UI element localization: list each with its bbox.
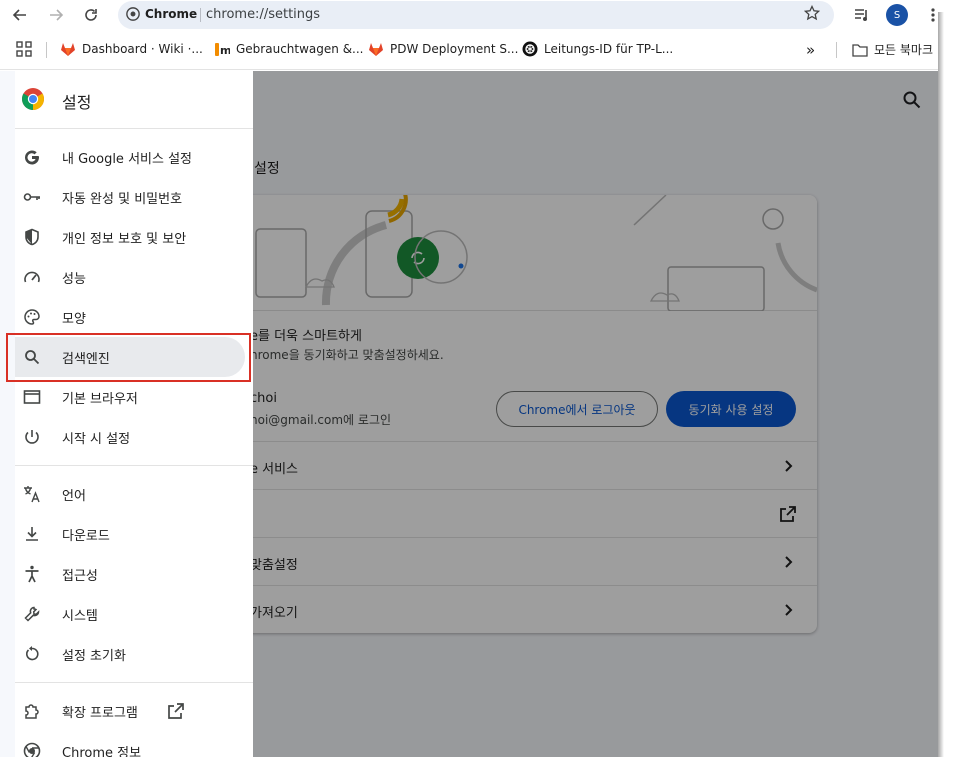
nav-label: 자동 완성 및 비밀번호: [62, 192, 183, 207]
nav-label: 시스템: [62, 609, 98, 624]
nav-divider: [15, 465, 253, 466]
nav-label: 개인 정보 보호 및 보안: [62, 232, 187, 247]
profile-initial: S: [893, 9, 901, 21]
reset-icon: [23, 645, 41, 663]
reload-icon: [85, 9, 97, 21]
bookmark-label: Gebrauchtwagen &...: [236, 42, 364, 56]
nav-item-system[interactable]: 시스템: [15, 594, 245, 634]
reading-list-button[interactable]: [850, 4, 874, 26]
nav-label: 내 Google 서비스 설정: [62, 152, 192, 167]
site-chip[interactable]: Chrome: [126, 7, 197, 21]
profile-avatar[interactable]: S: [886, 4, 908, 26]
shield-icon: [23, 228, 41, 246]
svg-text:m: m: [220, 44, 230, 57]
bookmarks-overflow-button[interactable]: »: [806, 41, 815, 59]
nav-item-accessibility[interactable]: 접근성: [15, 554, 245, 594]
all-bookmarks-button[interactable]: 모든 북마크: [852, 41, 933, 58]
nav-label: 시작 시 설정: [62, 432, 131, 447]
bookmark-item[interactable]: Dashboard · Wiki ·...: [60, 41, 203, 57]
nav-item-on-startup[interactable]: 시작 시 설정: [15, 417, 245, 457]
all-bookmarks-label: 모든 북마크: [874, 43, 934, 57]
bookmarks-divider: [836, 42, 837, 58]
nav-item-languages[interactable]: 언어: [15, 474, 245, 514]
window-frame-bottom: [0, 757, 953, 773]
nav-item-privacy[interactable]: 개인 정보 보호 및 보안: [15, 217, 245, 257]
more-vert-icon: [931, 8, 935, 22]
palette-icon: [23, 308, 41, 326]
accessibility-icon: [23, 565, 41, 583]
power-icon: [23, 428, 41, 446]
download-icon: [23, 525, 41, 543]
apps-grid-icon: [16, 41, 32, 57]
nav-label: 모양: [62, 312, 86, 327]
nav-item-google-services[interactable]: 내 Google 서비스 설정: [15, 137, 245, 177]
arrow-forward-icon: [50, 9, 64, 21]
bookmark-item[interactable]: PDW Deployment S...: [368, 41, 518, 57]
media-queue-icon: [855, 9, 867, 21]
nav-label: 기본 브라우저: [62, 392, 138, 407]
omnibox-divider: [200, 8, 201, 22]
open-in-new-icon: [168, 703, 184, 719]
nav-item-downloads[interactable]: 다운로드: [15, 514, 245, 554]
site-chip-label: Chrome: [145, 7, 198, 21]
annotation-highlight: [6, 333, 251, 382]
gitlab-icon: [60, 41, 76, 57]
nav-item-extensions[interactable]: 확장 프로그램: [15, 691, 245, 731]
speedometer-icon: [23, 268, 41, 286]
nav-divider: [15, 682, 253, 683]
drawer-scrim[interactable]: [253, 71, 953, 773]
nav-item-default-browser[interactable]: 기본 브라우저: [15, 377, 245, 417]
back-button[interactable]: [8, 4, 32, 26]
bookmark-item[interactable]: Leitungs-ID für TP-L...: [522, 41, 673, 57]
chrome-icon: [126, 7, 140, 21]
nav-item-performance[interactable]: 성능: [15, 257, 245, 297]
nav-label: 접근성: [62, 569, 98, 584]
arrow-back-icon: [12, 9, 26, 21]
forward-button[interactable]: [44, 4, 68, 26]
drawer-title: 설정: [62, 93, 92, 112]
m-logo-icon: m: [214, 41, 230, 57]
nav-label: 다운로드: [62, 529, 110, 544]
url-text[interactable]: chrome://settings: [206, 7, 320, 22]
bookmark-label: Dashboard · Wiki ·...: [82, 42, 203, 56]
key-icon: [23, 188, 41, 206]
nav-label: 설정 초기화: [62, 649, 126, 664]
gitlab-icon: [368, 41, 384, 57]
bookmark-label: PDW Deployment S...: [390, 42, 519, 56]
google-g-icon: [23, 148, 41, 166]
openai-icon: [522, 41, 538, 57]
puzzle-icon: [23, 702, 41, 720]
nav-item-appearance[interactable]: 모양: [15, 297, 245, 337]
address-bar[interactable]: Chrome chrome://settings: [118, 1, 834, 29]
bookmarks-bar: Dashboard · Wiki ·... m Gebrauchtwagen &…: [0, 30, 953, 70]
settings-drawer: 설정 내 Google 서비스 설정 자동 완성 및 비밀번호 개인 정보 보호…: [15, 71, 253, 761]
bookmark-label: Leitungs-ID für TP-L...: [544, 42, 674, 56]
drawer-header: 설정: [15, 71, 253, 129]
window-frame-right: [938, 0, 953, 773]
folder-icon: [852, 42, 868, 58]
bookmark-star-icon[interactable]: [803, 4, 821, 25]
nav-label: 성능: [62, 272, 86, 287]
reload-button[interactable]: [79, 4, 103, 26]
nav-label: 확장 프로그램: [62, 706, 138, 721]
wrench-icon: [23, 605, 41, 623]
bookmarks-divider: [46, 42, 47, 58]
chevron-double-right-icon: »: [806, 41, 816, 59]
nav-item-reset-settings[interactable]: 설정 초기화: [15, 634, 245, 674]
browser-toolbar: Chrome chrome://settings S: [0, 0, 953, 30]
apps-button[interactable]: [16, 41, 32, 57]
bookmark-item[interactable]: m Gebrauchtwagen &...: [214, 41, 364, 57]
nav-item-autofill[interactable]: 자동 완성 및 비밀번호: [15, 177, 245, 217]
browser-window-icon: [23, 388, 41, 406]
nav-label: 언어: [62, 489, 86, 504]
chrome-logo-icon: [22, 88, 44, 110]
translate-icon: [23, 485, 41, 503]
